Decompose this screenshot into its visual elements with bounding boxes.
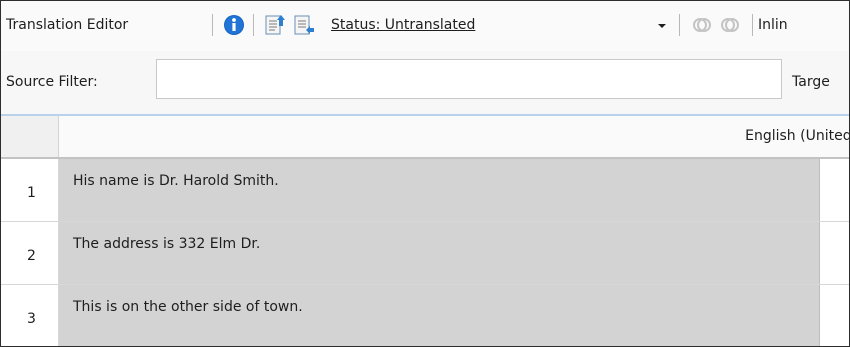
table-row[interactable]: 2 The address is 332 Elm Dr.	[1, 222, 849, 285]
source-filter-input[interactable]	[156, 59, 782, 99]
info-icon[interactable]	[223, 13, 245, 37]
toolbar-divider	[253, 14, 254, 36]
target-cell[interactable]	[820, 222, 849, 284]
target-cell[interactable]	[820, 285, 849, 346]
status-filter-dropdown[interactable]: Status: Untranslated	[331, 14, 631, 36]
table-row[interactable]: 1 His name is Dr. Harold Smith.	[1, 159, 849, 222]
row-number: 2	[1, 222, 59, 284]
toolbar: Translation Editor Status: Untranslated …	[1, 1, 849, 51]
source-cell[interactable]: The address is 332 Elm Dr.	[59, 222, 819, 284]
target-cell[interactable]	[820, 159, 849, 221]
table-row[interactable]: 3 This is on the other side of town.	[1, 285, 849, 346]
toolbar-divider	[212, 14, 213, 36]
grid-header: English (United Sta	[1, 116, 849, 157]
target-filter-label: Targe	[792, 74, 830, 90]
editor-title: Translation Editor	[6, 17, 129, 33]
filter-bar: Source Filter: Targe	[1, 51, 849, 116]
source-filter-label: Source Filter:	[6, 74, 98, 90]
grid-corner	[1, 116, 59, 157]
source-column-header[interactable]: English (United Sta	[59, 116, 849, 157]
status-label: Status: Untranslated	[331, 17, 476, 33]
row-number: 3	[1, 285, 59, 346]
import-document-icon[interactable]	[293, 13, 315, 37]
source-column-label: English (United Sta	[745, 128, 849, 144]
toggle-icon[interactable]	[691, 13, 713, 37]
toolbar-divider	[679, 14, 680, 36]
source-cell[interactable]: This is on the other side of town.	[59, 285, 819, 346]
toggle-icon[interactable]	[719, 13, 741, 37]
export-document-icon[interactable]	[264, 13, 286, 37]
row-number: 1	[1, 159, 59, 221]
source-cell[interactable]: His name is Dr. Harold Smith.	[59, 159, 819, 221]
dropdown-arrow-icon[interactable]	[651, 13, 673, 37]
toolbar-divider	[752, 14, 753, 36]
translation-editor-window: Translation Editor Status: Untranslated …	[0, 0, 850, 347]
inline-toggle-label[interactable]: Inlin	[758, 14, 788, 36]
